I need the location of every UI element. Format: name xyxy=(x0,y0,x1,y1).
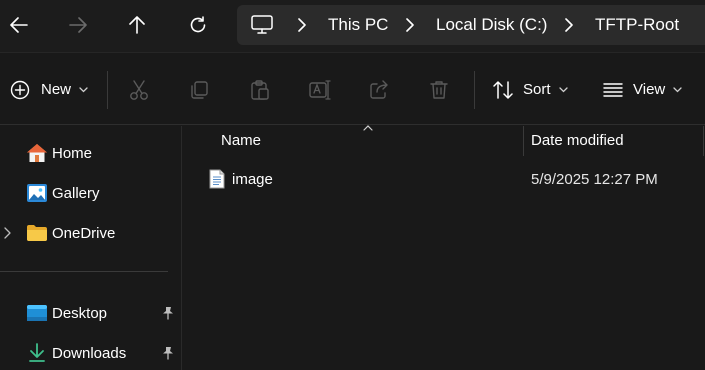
monitor-icon[interactable] xyxy=(251,15,275,35)
pin-icon[interactable] xyxy=(161,306,175,320)
text-file-icon xyxy=(209,169,225,189)
sort-ascending-icon xyxy=(363,125,373,131)
sidebar-item-label: OneDrive xyxy=(52,224,116,242)
column-divider[interactable] xyxy=(523,126,524,156)
pin-icon[interactable] xyxy=(161,346,175,360)
sidebar-item-label: Home xyxy=(52,144,93,162)
toolbar-divider xyxy=(474,71,475,109)
file-name: image xyxy=(232,171,273,188)
sort-label: Sort xyxy=(523,81,551,98)
refresh-icon xyxy=(190,16,206,33)
command-bar: New Sort View xyxy=(0,52,705,125)
arrow-left-icon xyxy=(10,17,28,33)
sort-button[interactable]: Sort xyxy=(492,53,568,126)
chevron-right-icon[interactable] xyxy=(405,18,415,32)
chevron-right-icon[interactable] xyxy=(297,18,307,32)
download-icon xyxy=(26,342,48,364)
delete-button[interactable] xyxy=(430,53,448,126)
column-header-name[interactable]: Name xyxy=(221,126,261,156)
delete-icon xyxy=(430,80,448,99)
sidebar-item-gallery[interactable]: Gallery xyxy=(0,176,180,210)
chevron-down-icon xyxy=(558,86,568,92)
chevron-down-icon xyxy=(673,86,682,92)
new-label: New xyxy=(41,81,72,98)
sidebar-divider xyxy=(0,271,168,272)
gallery-icon xyxy=(26,182,48,204)
plus-circle-icon xyxy=(10,80,30,99)
arrow-right-icon xyxy=(69,17,87,33)
copy-icon xyxy=(191,80,208,99)
cut-button[interactable] xyxy=(129,53,149,126)
breadcrumb-local-disk[interactable]: Local Disk (C:) xyxy=(436,5,547,45)
up-button[interactable] xyxy=(118,6,156,44)
navigation-pane: Home Gallery OneDrive Desktop Downloads xyxy=(0,126,182,370)
file-date-modified: 5/9/2025 12:27 PM xyxy=(531,171,658,188)
chevron-down-icon xyxy=(79,86,88,92)
address-bar-row: This PC Local Disk (C:) TFTP-Root xyxy=(0,0,705,52)
desktop-icon xyxy=(26,302,48,324)
sidebar-item-label: Desktop xyxy=(52,304,108,322)
cut-icon xyxy=(130,79,148,100)
home-icon xyxy=(26,142,48,164)
sidebar-item-label: Downloads xyxy=(52,344,127,362)
paste-icon xyxy=(251,79,269,100)
view-icon xyxy=(603,82,623,97)
chevron-right-icon[interactable] xyxy=(4,227,11,239)
sidebar-item-desktop[interactable]: Desktop xyxy=(0,296,180,330)
view-button[interactable]: View xyxy=(603,53,682,126)
forward-button[interactable] xyxy=(59,6,97,44)
view-label: View xyxy=(633,81,666,98)
sidebar-item-onedrive[interactable]: OneDrive xyxy=(0,216,180,250)
chevron-right-icon[interactable] xyxy=(564,18,574,32)
share-button[interactable] xyxy=(369,53,389,126)
table-row[interactable]: image 5/9/2025 12:27 PM xyxy=(203,164,705,198)
sidebar-item-label: Gallery xyxy=(52,184,100,202)
new-button[interactable]: New xyxy=(10,53,88,126)
arrow-up-icon xyxy=(129,16,145,34)
breadcrumb-this-pc[interactable]: This PC xyxy=(328,5,388,45)
toolbar-divider xyxy=(107,71,108,109)
refresh-button[interactable] xyxy=(179,6,217,44)
back-button[interactable] xyxy=(0,6,38,44)
paste-button[interactable] xyxy=(250,53,270,126)
breadcrumb-tftp-root[interactable]: TFTP-Root xyxy=(595,5,679,45)
share-icon xyxy=(370,79,388,99)
column-header-date-modified[interactable]: Date modified xyxy=(531,126,624,156)
folder-icon xyxy=(26,222,48,244)
rename-button[interactable] xyxy=(309,53,331,126)
sort-icon xyxy=(493,80,513,99)
copy-button[interactable] xyxy=(189,53,209,126)
sidebar-item-downloads[interactable]: Downloads xyxy=(0,336,180,370)
breadcrumb[interactable]: This PC Local Disk (C:) TFTP-Root xyxy=(237,5,705,45)
column-divider[interactable] xyxy=(703,126,704,156)
sidebar-item-home[interactable]: Home xyxy=(0,136,180,170)
rename-icon xyxy=(309,79,331,100)
file-list: Name Date modified image 5/9/2025 12:27 … xyxy=(183,125,705,370)
